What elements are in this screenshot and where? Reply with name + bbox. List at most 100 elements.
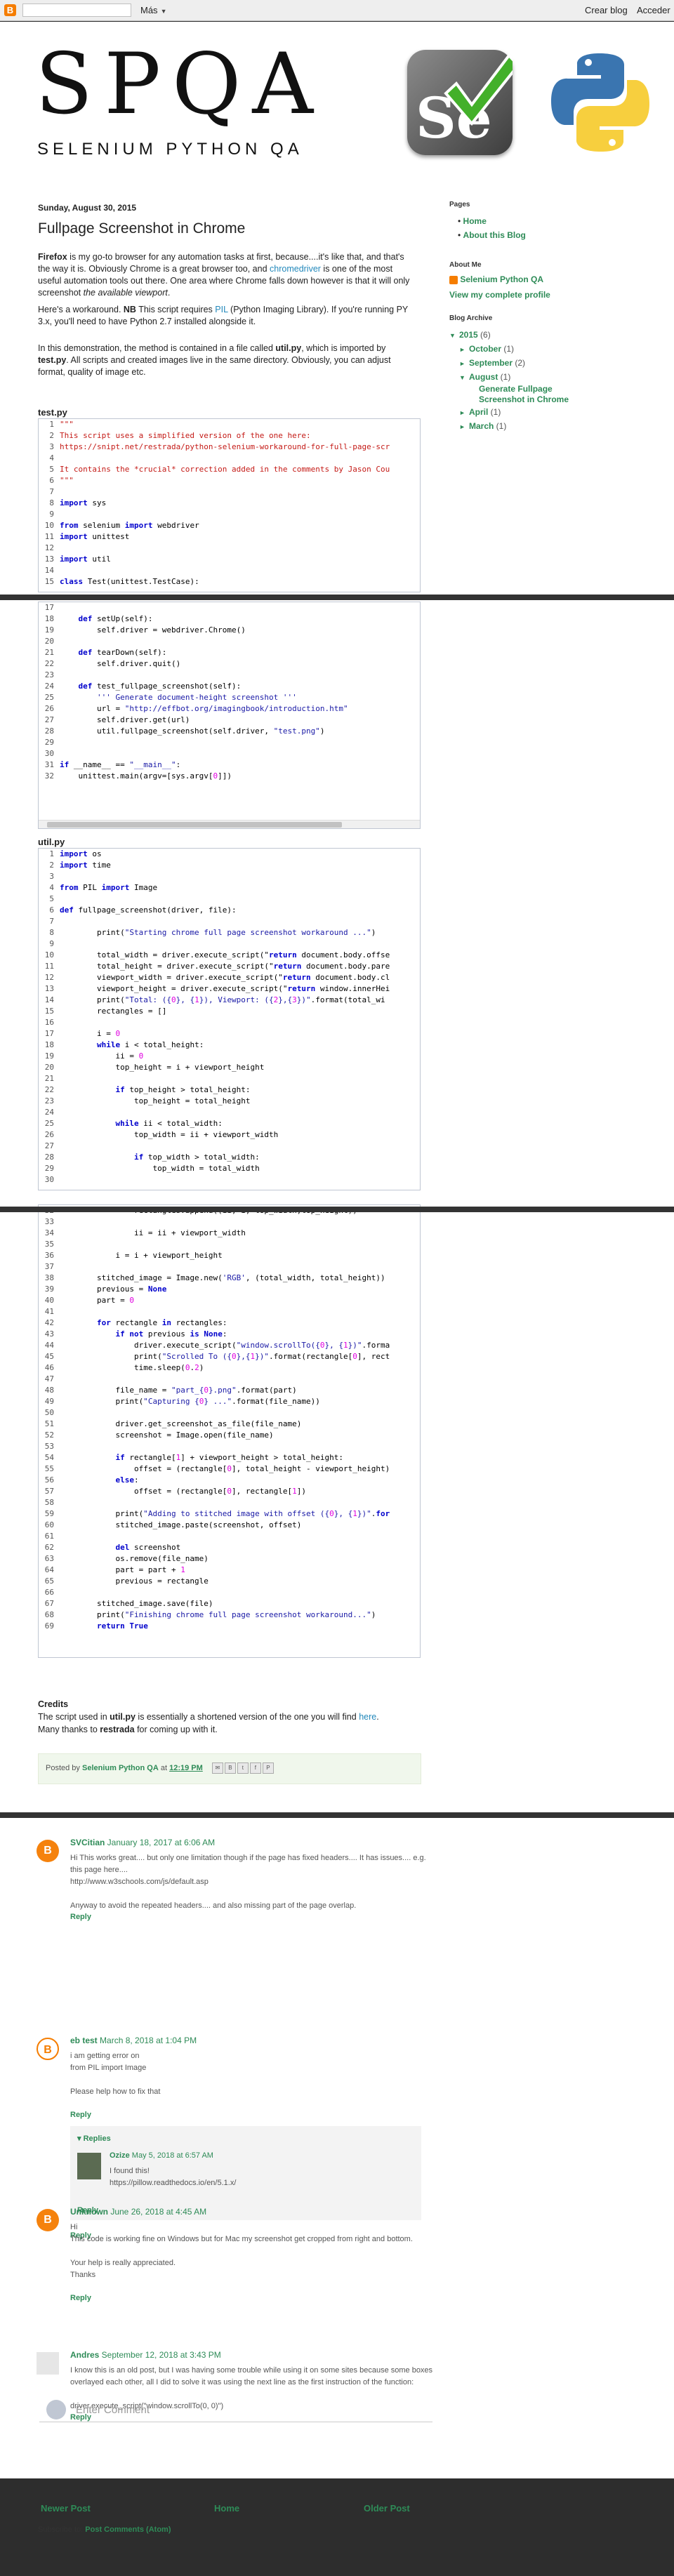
comment-line: Please help how to fix that bbox=[70, 2087, 161, 2096]
credits-here-link[interactable]: here bbox=[359, 1712, 376, 1722]
archive-item[interactable]: ► September (2) bbox=[459, 356, 660, 370]
reply-link[interactable]: Reply bbox=[70, 2109, 91, 2121]
page-item-home[interactable]: • Home bbox=[458, 214, 660, 228]
test-py-code-block[interactable]: 1 """ 2 This script uses a simplified versi… bbox=[38, 418, 421, 592]
sign-in-link[interactable]: Acceder bbox=[637, 5, 670, 15]
comment-input[interactable]: Enter Comment bbox=[39, 2398, 432, 2422]
reply-link[interactable]: Reply bbox=[70, 1911, 91, 1923]
view-profile-row[interactable]: View my complete profile bbox=[449, 290, 660, 300]
caret-right-icon[interactable]: ► bbox=[459, 420, 469, 434]
archive-link[interactable]: Generate Fullpage Screenshot in Chrome bbox=[479, 384, 569, 404]
home-link[interactable]: Home bbox=[214, 2503, 239, 2514]
caret-right-icon[interactable]: ► bbox=[459, 343, 469, 357]
code-line: 12 viewport_width = driver.execute_scrip… bbox=[39, 972, 420, 983]
navbar-more-label: Más bbox=[140, 5, 158, 15]
line-number: 25 bbox=[39, 1118, 57, 1129]
archive-link[interactable]: September bbox=[469, 358, 513, 368]
code-text: import sys bbox=[60, 498, 107, 507]
page-link-home[interactable]: Home bbox=[463, 216, 487, 226]
create-blog-link[interactable]: Crear blog bbox=[585, 5, 628, 15]
reply-author[interactable]: Ozize bbox=[110, 2151, 130, 2160]
archive-item[interactable]: ► October (1) bbox=[459, 342, 660, 356]
view-profile-link[interactable]: View my complete profile bbox=[449, 290, 550, 300]
line-number: 45 bbox=[39, 1351, 57, 1362]
archive-link[interactable]: April bbox=[469, 407, 488, 417]
twitter-icon[interactable]: t bbox=[237, 1762, 249, 1774]
page-item-about[interactable]: • About this Blog bbox=[458, 228, 660, 242]
code-text: import os bbox=[60, 849, 102, 858]
about-author-row[interactable]: Selenium Python QA bbox=[449, 274, 660, 284]
navbar-search-input[interactable] bbox=[22, 4, 131, 17]
comment-date[interactable]: January 18, 2017 at 6:06 AM bbox=[105, 1838, 215, 1847]
reply-link[interactable]: Reply bbox=[70, 2292, 91, 2304]
post-time-link[interactable]: 12:19 PM bbox=[169, 1764, 203, 1772]
blogthis-icon[interactable]: B bbox=[224, 1762, 236, 1774]
pil-link[interactable]: PIL bbox=[215, 305, 227, 314]
code-line: 9 bbox=[39, 509, 420, 520]
horizontal-scrollbar[interactable] bbox=[39, 820, 420, 828]
code-line: 27 bbox=[39, 1141, 420, 1152]
about-author-link[interactable]: Selenium Python QA bbox=[460, 274, 543, 284]
line-number: 11 bbox=[39, 961, 57, 972]
util-py-code-block-continued[interactable]: 32 rectangles.append((ii, i, top_width,t… bbox=[38, 1204, 421, 1658]
reply-date[interactable]: May 5, 2018 at 6:57 AM bbox=[130, 2151, 213, 2160]
archive-item[interactable]: ► March (1) bbox=[459, 419, 660, 433]
line-number: 30 bbox=[39, 1174, 57, 1186]
avatar: B bbox=[37, 2209, 59, 2231]
navbar-more-button[interactable]: Más ▼ bbox=[140, 5, 166, 15]
test-py-code-block-continued[interactable]: 17 18 def setUp(self): 19 self.driver = we… bbox=[38, 602, 421, 829]
code-line: 59 print("Adding to stitched image with … bbox=[39, 1508, 420, 1520]
blog-title[interactable]: SPQA bbox=[35, 43, 324, 127]
archive-item[interactable]: ► April (1) bbox=[459, 405, 660, 419]
code-line: 41 bbox=[39, 1306, 420, 1317]
util-py-code-block[interactable]: 1 import os 2 import time 3 4 from PIL import … bbox=[38, 848, 421, 1190]
newer-post-link[interactable]: Newer Post bbox=[41, 2503, 91, 2514]
code-line: 23 bbox=[39, 670, 420, 681]
caret-down-icon[interactable]: ▼ bbox=[459, 371, 469, 385]
comment-author[interactable]: SVCitian bbox=[70, 1838, 105, 1847]
caret-down-icon[interactable]: ▼ bbox=[449, 328, 459, 343]
comment-date[interactable]: September 12, 2018 at 3:43 PM bbox=[99, 2350, 221, 2360]
archive-link[interactable]: 2015 bbox=[459, 330, 478, 340]
code-line: 34 ii = ii + viewport_width bbox=[39, 1228, 420, 1239]
facebook-icon[interactable]: f bbox=[249, 1762, 261, 1774]
email-icon[interactable]: ✉ bbox=[211, 1762, 223, 1774]
archive-item[interactable]: ▼ August (1) bbox=[459, 370, 660, 384]
code-text: offset = (rectangle[0], total_height - v… bbox=[60, 1464, 390, 1473]
code-text: def test_fullpage_screenshot(self): bbox=[78, 682, 242, 691]
code-line: 1 import os bbox=[39, 849, 420, 860]
code-line: 28 util.fullpage_screenshot(self.driver,… bbox=[39, 726, 420, 737]
comment-date[interactable]: June 26, 2018 at 4:45 AM bbox=[108, 2207, 206, 2217]
code-text: previous = rectangle bbox=[60, 1576, 209, 1586]
post-author-link[interactable]: Selenium Python QA bbox=[82, 1764, 159, 1772]
archive-link[interactable]: March bbox=[469, 421, 494, 431]
archive-link[interactable]: October bbox=[469, 344, 501, 354]
code-text: self.driver.get(url) bbox=[60, 715, 190, 724]
code-line: 3 bbox=[39, 871, 420, 882]
comment-author[interactable]: Andres bbox=[70, 2350, 99, 2360]
archive-link[interactable]: August bbox=[469, 372, 498, 382]
archive-item[interactable]: ▼ 2015 (6) bbox=[449, 328, 660, 342]
code-line: 65 previous = rectangle bbox=[39, 1576, 420, 1587]
chromedriver-link[interactable]: chromedriver bbox=[270, 264, 321, 274]
archive-count: (1) bbox=[498, 372, 511, 382]
pinterest-icon[interactable]: P bbox=[262, 1762, 274, 1774]
caret-right-icon[interactable]: ► bbox=[459, 357, 469, 371]
caret-right-icon[interactable]: ► bbox=[459, 406, 469, 420]
older-post-link[interactable]: Older Post bbox=[364, 2503, 410, 2514]
subscribe-link[interactable]: Post Comments (Atom) bbox=[85, 2525, 171, 2534]
line-number: 20 bbox=[39, 636, 57, 647]
comment-author[interactable]: Unknown bbox=[70, 2207, 108, 2217]
line-number: 8 bbox=[39, 927, 57, 938]
code-line: 48 file_name = "part_{0}.png".format(par… bbox=[39, 1385, 420, 1396]
replies-toggle[interactable]: ▾ Replies bbox=[77, 2133, 414, 2145]
archive-item[interactable]: Generate Fullpage Screenshot in Chrome bbox=[479, 384, 584, 405]
comment-date[interactable]: March 8, 2018 at 1:04 PM bbox=[98, 2036, 197, 2045]
scrollbar-thumb[interactable] bbox=[47, 822, 342, 828]
code-line: 30 bbox=[39, 1174, 420, 1186]
blogger-logo[interactable]: B bbox=[4, 4, 16, 16]
page-link-about[interactable]: About this Blog bbox=[463, 230, 526, 240]
comment-author[interactable]: eb test bbox=[70, 2036, 98, 2045]
